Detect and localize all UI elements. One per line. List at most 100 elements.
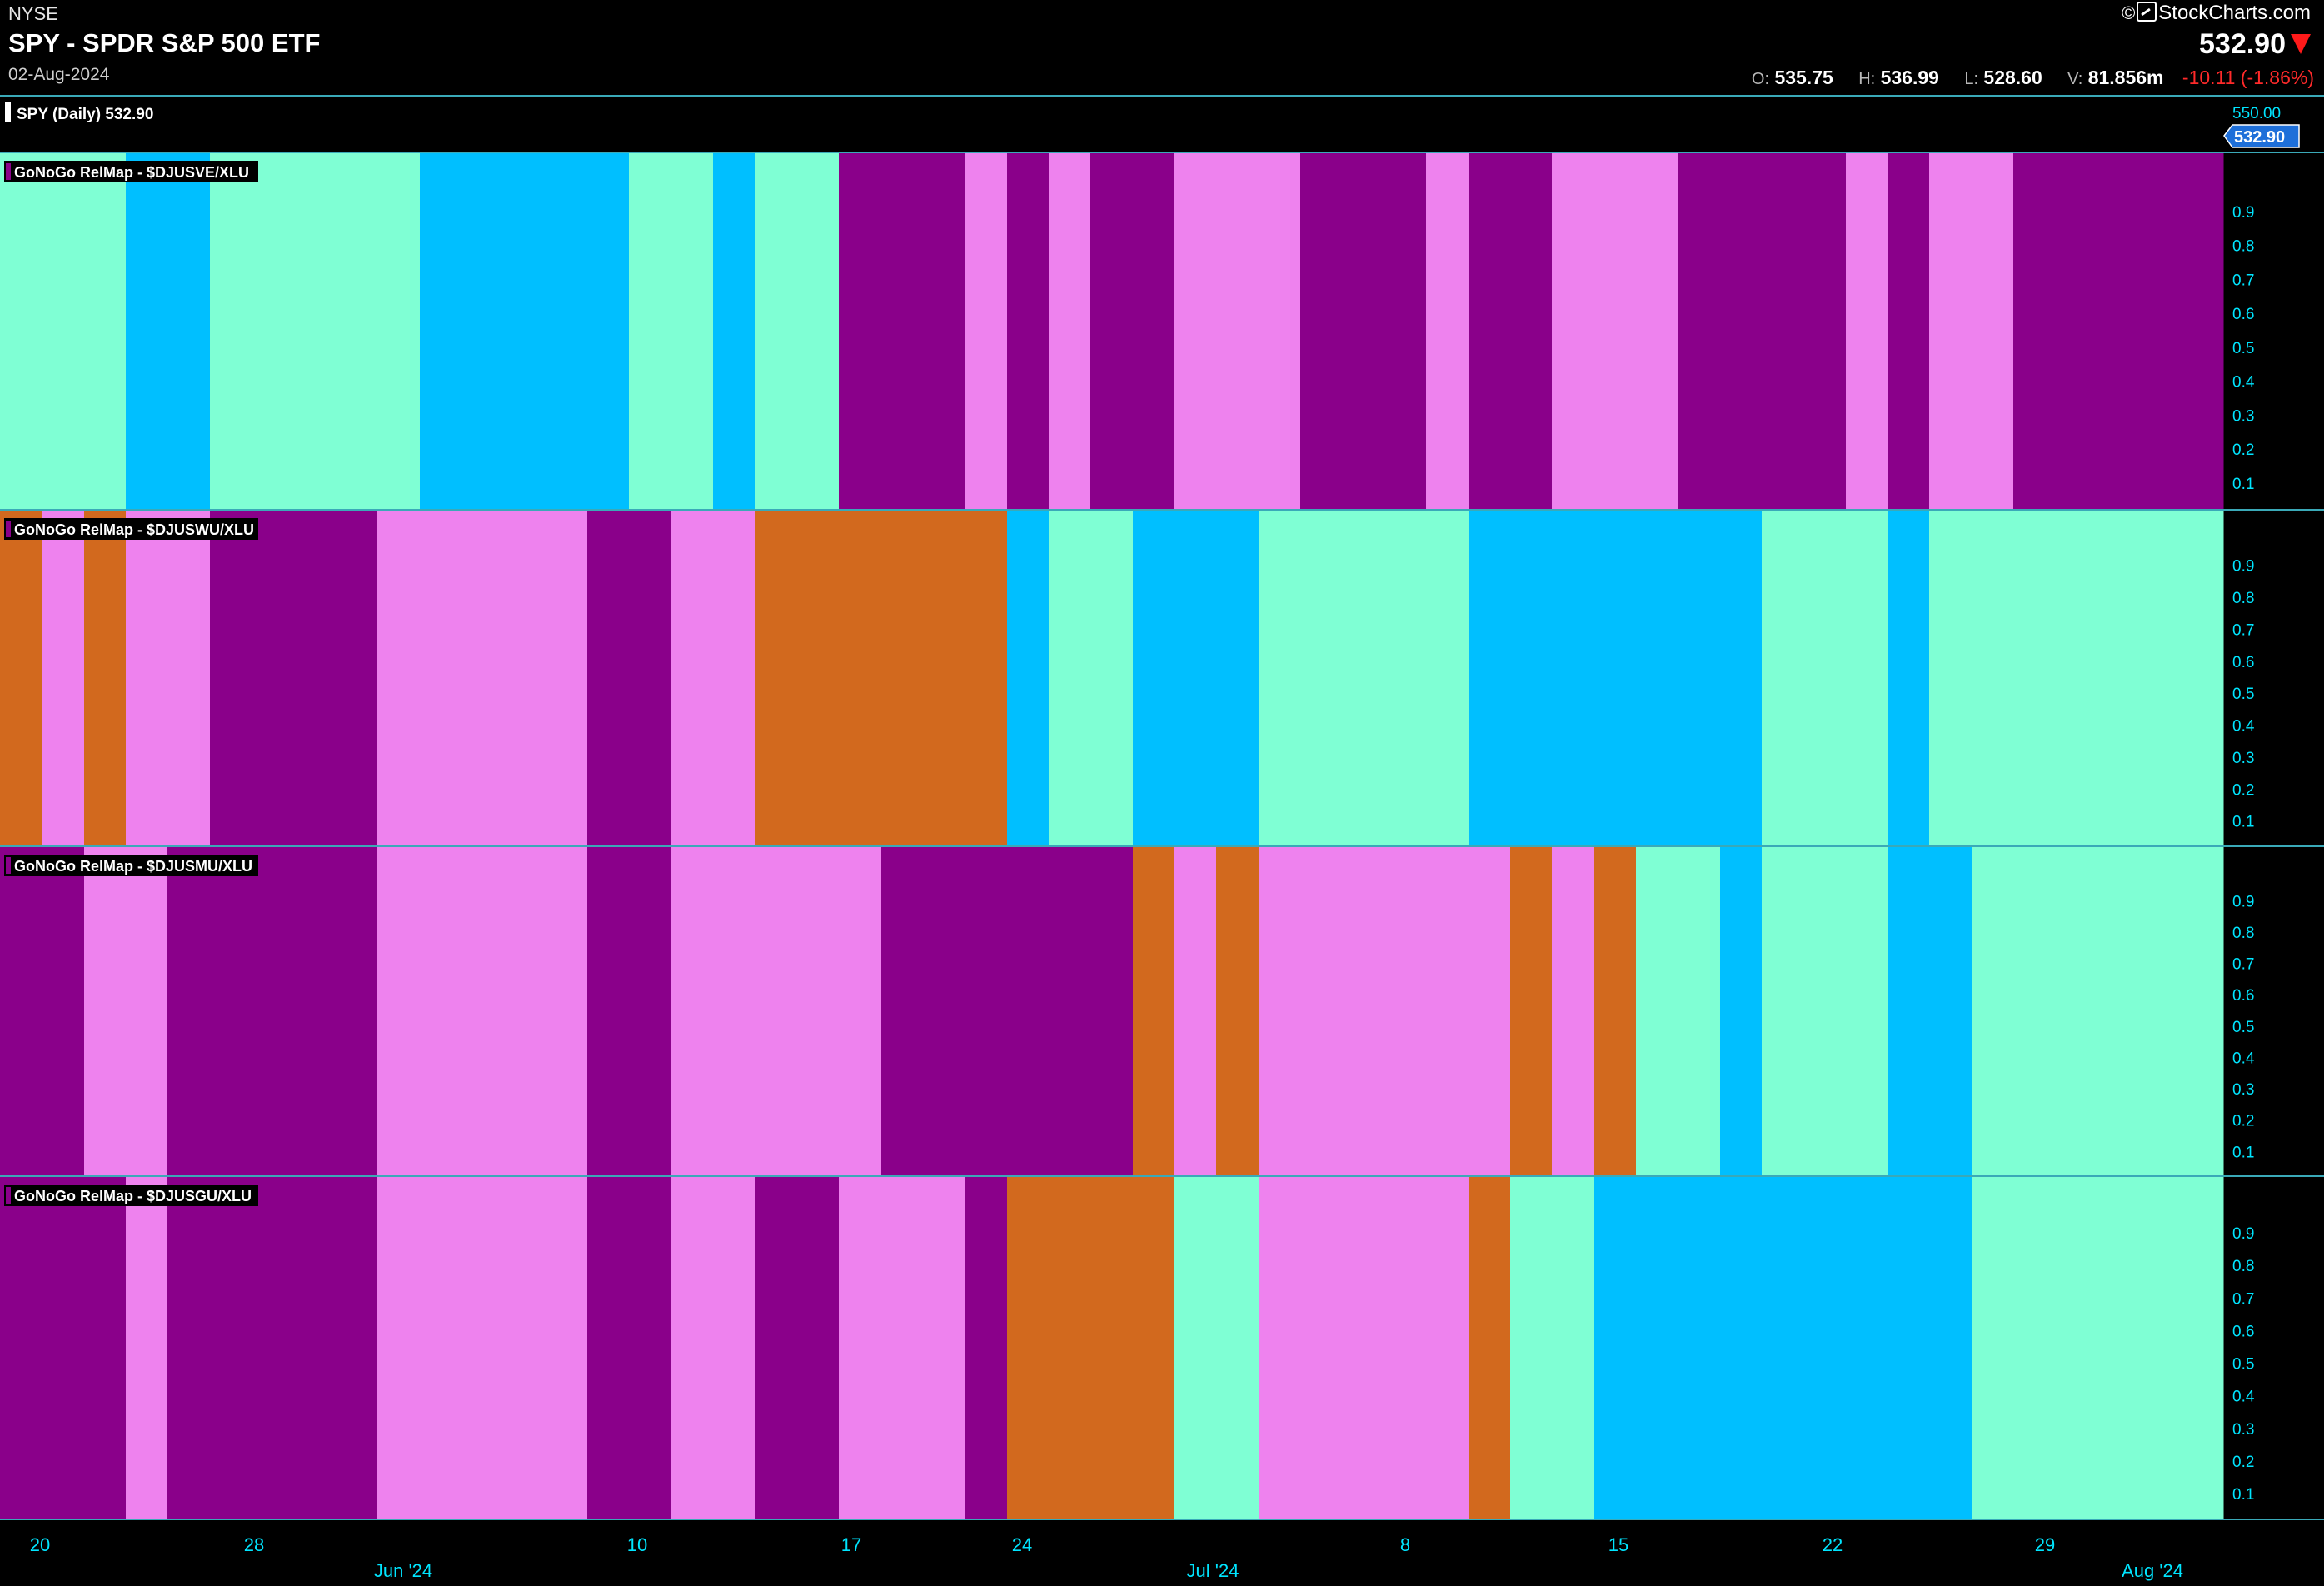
relmap-cell [587,846,630,1176]
relmap-cell [167,846,211,1176]
relmap-cell [1426,1176,1469,1519]
relmap-cell [1552,152,1595,510]
relmap-cell [1803,846,1847,1176]
relmap-cell [503,510,546,846]
relmap-cell [1342,846,1385,1176]
relmap-cell [2182,846,2224,1176]
relmap-cell [839,152,882,510]
relmap-cell [1552,1176,1595,1519]
relmap-cell [1594,846,1637,1176]
relmap-cell [671,846,714,1176]
y-tick-label: 0.5 [2232,1356,2254,1374]
relmap-cell [126,846,168,1176]
relmap-cell [377,152,421,510]
relmap-cell [252,846,295,1176]
panel-label: GoNoGo RelMap - $DJUSGU/XLU [14,1188,252,1204]
relmap-cell [252,1176,295,1519]
relmap-cell [1552,846,1595,1176]
relmap-cell [1636,152,1678,510]
relmap-cell [2013,510,2057,846]
relmap-cell [1594,510,1637,846]
y-tick-label: 0.8 [2232,590,2254,607]
relmap-cell [1972,152,2014,510]
relmap-cell [1384,1176,1427,1519]
y-tick-label: 0.4 [2232,718,2255,736]
relmap-cell [1007,1176,1050,1519]
y-tick-label: 0.7 [2232,956,2254,974]
x-tick-label: 20 [30,1534,50,1555]
relmap-cell [2182,1176,2224,1519]
relmap-cell [713,1176,756,1519]
relmap-cell [1762,846,1804,1176]
relmap-cell [546,846,588,1176]
price-panel-label: SPY (Daily) 532.90 [17,106,153,123]
relmap-cell [1216,152,1259,510]
relmap-cell [923,846,965,1176]
relmap-cell [1594,152,1637,510]
relmap-cell [797,510,840,846]
relmap-cell [1342,152,1385,510]
relmap-cell [1510,1176,1553,1519]
y-tick-label: 0.1 [2232,1144,2254,1161]
relmap-cell [210,1176,252,1519]
relmap-cell [755,510,798,846]
relmap-cell [461,1176,504,1519]
relmap-cell [0,152,42,510]
relmap-chart[interactable]: SPY (Daily) 532.90 550.00 532.90 GoNoGo Rel… [0,0,2324,1586]
relmap-cell [1888,510,1930,846]
relmap-cell [294,152,337,510]
relmap-cell [461,510,504,846]
relmap-cell [1300,510,1343,846]
relmap-cell [546,1176,588,1519]
relmap-cell [881,1176,924,1519]
relmap-cell [252,152,295,510]
relmap-cell [923,510,965,846]
x-tick-label: Jun '24 [374,1560,432,1581]
relmap-cell [1762,152,1804,510]
relmap-cell [2097,1176,2140,1519]
relmap-cell [1762,510,1804,846]
relmap-cell [1049,1176,1091,1519]
y-tick-label: 0.8 [2232,238,2254,256]
relmap-cell [0,1176,42,1519]
relmap-cell [1720,846,1763,1176]
relmap-cell [1846,510,1888,846]
relmap-cell [2139,846,2182,1176]
relmap-cell [210,152,252,510]
y-tick-label: 0.1 [2232,1486,2254,1504]
relmap-cell [1259,846,1301,1176]
relmap-cell [1972,1176,2014,1519]
relmap-cell [1426,846,1469,1176]
panel-label: GoNoGo RelMap - $DJUSWU/XLU [14,521,254,538]
relmap-cell [923,1176,965,1519]
relmap-cell [2139,152,2182,510]
relmap-cell [1259,510,1301,846]
relmap-cell [2182,510,2224,846]
relmap-cell [1720,1176,1763,1519]
relmap-cell [1846,846,1888,1176]
relmap-cell [797,1176,840,1519]
relmap-cell [1636,1176,1678,1519]
relmap-cell [1133,510,1175,846]
relmap-cell [210,510,252,846]
y-tick-label: 0.2 [2232,1113,2254,1130]
x-tick-label: 24 [1012,1534,1032,1555]
relmap-cell [1384,846,1427,1176]
relmap-cell [629,846,672,1176]
relmap-cell [2097,152,2140,510]
relmap-cell [126,1176,168,1519]
relmap-cell [587,152,630,510]
relmap-cell [881,152,924,510]
relmap-cell [1469,1176,1511,1519]
relmap-cell [1929,846,1972,1176]
panel-legend-swatch [6,521,11,537]
relmap-cell [1007,510,1050,846]
x-tick-label: Aug '24 [2122,1560,2183,1581]
relmap-cell [0,846,42,1176]
relmap-cell [881,846,924,1176]
relmap-cell [1259,1176,1301,1519]
relmap-cell [713,510,756,846]
relmap-cell [923,152,965,510]
relmap-cell [1216,1176,1259,1519]
relmap-cell [1803,510,1847,846]
